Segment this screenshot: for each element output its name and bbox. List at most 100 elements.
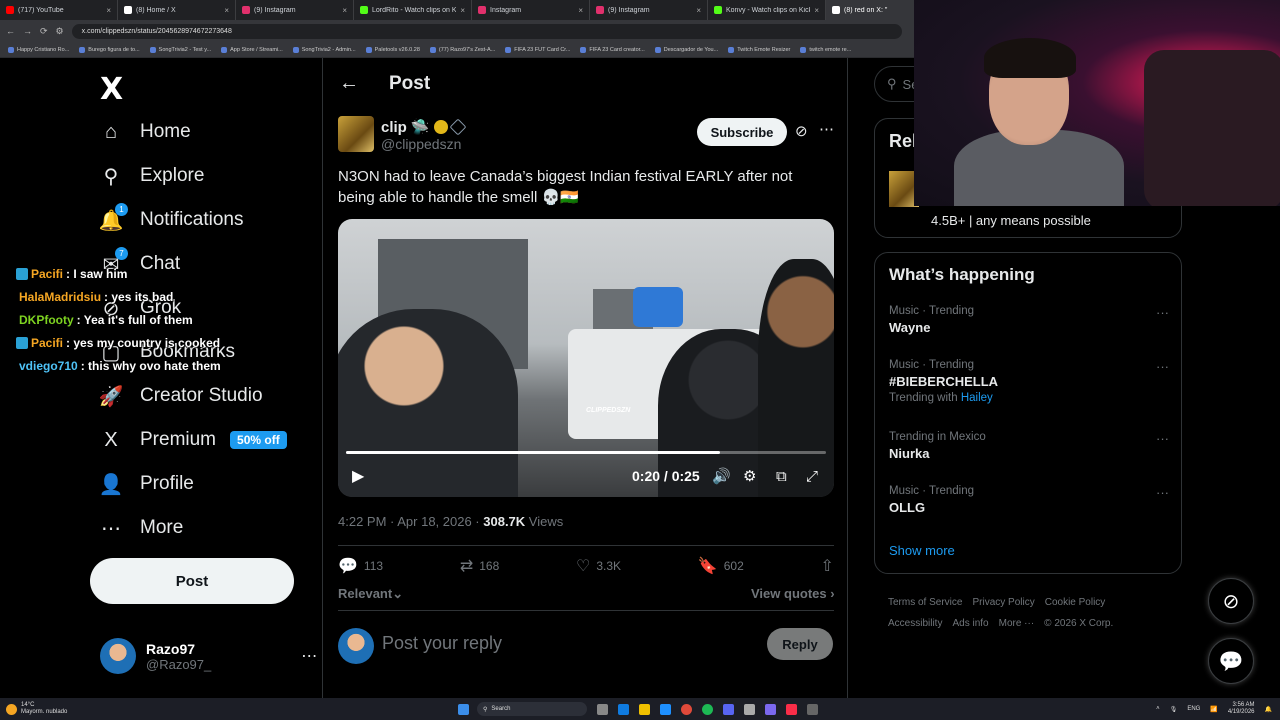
bookmark-item[interactable]: App Store / Streami... bbox=[221, 46, 283, 53]
grok-icon[interactable]: ⊘ bbox=[795, 122, 808, 140]
footer-link[interactable]: Terms of Service bbox=[888, 597, 962, 608]
show-more-link[interactable]: Show more bbox=[889, 543, 955, 558]
reply-input[interactable]: Post your reply bbox=[382, 633, 502, 654]
reply-sort-dropdown[interactable]: Relevant⌄ bbox=[338, 586, 403, 602]
footer-link[interactable]: Accessibility bbox=[888, 618, 942, 629]
back-nav-icon[interactable]: ← bbox=[6, 26, 15, 36]
tray-mic-icon[interactable]: 🎙 bbox=[1170, 706, 1178, 713]
repost-action[interactable]: ⇄ 168 bbox=[460, 556, 499, 576]
discord-icon[interactable] bbox=[723, 703, 734, 715]
volume-icon[interactable]: 🔊 bbox=[712, 467, 731, 485]
messages-fab-icon[interactable]: 💬 bbox=[1208, 638, 1254, 684]
footer-link[interactable]: Ads info bbox=[952, 618, 988, 629]
trend-more-icon[interactable]: ··· bbox=[1156, 485, 1169, 500]
close-icon[interactable]: × bbox=[814, 6, 819, 15]
trend-item[interactable]: Music · Trending #BIEBERCHELLA Trending wi… bbox=[889, 359, 1169, 404]
url-field[interactable]: x.com/clippedszn/status/2045628974672273… bbox=[71, 23, 902, 39]
close-icon[interactable]: × bbox=[578, 6, 583, 15]
browser-tab[interactable]: Instagram × bbox=[472, 0, 590, 20]
bookmark-action[interactable]: 🔖 602 bbox=[698, 556, 744, 576]
bookmark-item[interactable]: FIFA 23 FUT Card Cr... bbox=[505, 46, 570, 53]
tray-lang[interactable]: ENG bbox=[1187, 706, 1200, 712]
close-icon[interactable]: × bbox=[106, 6, 111, 15]
back-arrow-icon[interactable]: ← bbox=[339, 72, 359, 95]
footer-link[interactable]: Cookie Policy bbox=[1045, 597, 1106, 608]
spotify-icon[interactable] bbox=[702, 703, 713, 715]
site-info-icon[interactable]: ⚙ bbox=[56, 26, 64, 37]
close-icon[interactable]: × bbox=[696, 6, 701, 15]
browser-tab[interactable]: (8) Home / X × bbox=[118, 0, 236, 20]
post-timestamp[interactable]: 4:22 PM · Apr 18, 2026 · bbox=[338, 514, 483, 529]
footer-link[interactable]: More ··· bbox=[999, 618, 1035, 629]
bookmark-item[interactable]: Happy Cristiano Ro... bbox=[8, 46, 69, 53]
post-more-icon[interactable]: ⋯ bbox=[819, 120, 834, 138]
bookmark-item[interactable]: twitch emote re... bbox=[800, 46, 851, 53]
reply-button[interactable]: Reply bbox=[767, 628, 833, 660]
close-icon[interactable]: × bbox=[342, 6, 347, 15]
bookmark-item[interactable]: Paletools v26.0.28 bbox=[365, 46, 420, 53]
tray-wifi-icon[interactable]: 📶 bbox=[1210, 706, 1217, 713]
post-button[interactable]: Post bbox=[90, 558, 294, 604]
bookmark-item[interactable]: SongTrivia2 - Test y... bbox=[149, 46, 211, 53]
grok-fab-icon[interactable]: ⊘ bbox=[1208, 578, 1254, 624]
video-player[interactable]: CLIPPEDSZN ▶ 0:20 / 0:25 🔊 ⚙ ⧉ ⤢ bbox=[338, 219, 834, 497]
browser-tab[interactable]: Konvy - Watch clips on Kick × bbox=[708, 0, 826, 20]
browser-tab[interactable]: LordRito - Watch clips on Kick × bbox=[354, 0, 472, 20]
edge-icon[interactable] bbox=[618, 703, 629, 715]
nav-item-profile[interactable]: 👤 Profile bbox=[99, 464, 194, 504]
like-action[interactable]: ♡ 3.3K bbox=[576, 556, 621, 576]
account-more-icon[interactable]: ⋯ bbox=[301, 646, 317, 666]
fullscreen-icon[interactable]: ⤢ bbox=[806, 468, 818, 485]
share-action[interactable]: ⇧ bbox=[821, 556, 834, 576]
clock[interactable]: 3:56 AM 4/19/2026 bbox=[1228, 702, 1255, 716]
author-name[interactable]: clip bbox=[381, 119, 407, 136]
bookmark-item[interactable]: (77) Razo97's Zest-A... bbox=[429, 46, 495, 53]
explorer-icon[interactable] bbox=[639, 703, 650, 715]
task-view-icon[interactable] bbox=[597, 703, 608, 715]
browser-tab[interactable]: (9) Instagram × bbox=[236, 0, 354, 20]
taskbar-search[interactable]: ⚲ Search bbox=[477, 702, 587, 716]
reply-action[interactable]: 💬 113 bbox=[338, 556, 383, 576]
trend-more-icon[interactable]: ··· bbox=[1156, 305, 1169, 320]
trend-item[interactable]: Music · Trending Wayne ··· bbox=[889, 305, 1169, 335]
store-icon[interactable] bbox=[660, 703, 671, 715]
chrome-icon[interactable] bbox=[681, 703, 692, 715]
nav-item-home[interactable]: ⌂ Home bbox=[100, 112, 191, 152]
weather-widget[interactable]: 14°C Mayorm. nublado bbox=[0, 702, 420, 716]
author-handle[interactable]: @clippedszn bbox=[381, 136, 461, 152]
play-icon[interactable]: ▶ bbox=[352, 466, 364, 486]
close-icon[interactable]: × bbox=[224, 6, 229, 15]
nav-item-creator-studio[interactable]: 🚀 Creator Studio bbox=[99, 376, 263, 416]
pip-icon[interactable]: ⧉ bbox=[776, 468, 787, 485]
account-switcher[interactable]: Razo97 @Razo97_ ⋯ bbox=[100, 638, 317, 674]
view-quotes-link[interactable]: View quotes › bbox=[751, 586, 835, 601]
app-icon[interactable] bbox=[807, 703, 818, 715]
reload-icon[interactable]: ⟳ bbox=[40, 26, 48, 37]
settings-icon[interactable]: ⚙ bbox=[743, 467, 756, 485]
forward-nav-icon[interactable]: → bbox=[23, 26, 32, 36]
author-avatar[interactable] bbox=[338, 116, 374, 152]
video-progress-bar[interactable] bbox=[346, 451, 826, 454]
trend-item[interactable]: Trending in Mexico Niurka ··· bbox=[889, 431, 1169, 461]
nav-item-notifications[interactable]: 🔔 1 Notifications bbox=[99, 200, 244, 240]
trend-more-icon[interactable]: ··· bbox=[1156, 431, 1169, 446]
footer-link[interactable]: Privacy Policy bbox=[972, 597, 1034, 608]
close-icon[interactable]: × bbox=[460, 6, 465, 15]
trend-more-icon[interactable]: ··· bbox=[1156, 359, 1169, 374]
teams-icon[interactable] bbox=[765, 703, 776, 715]
tray-chevron-icon[interactable]: ˄ bbox=[1156, 706, 1160, 712]
bookmark-item[interactable]: FIFA 23 Card creator... bbox=[580, 46, 645, 53]
nav-item-premium[interactable]: X Premium 50% off bbox=[100, 420, 287, 460]
bookmark-item[interactable]: SongTrivia2 - Admin... bbox=[292, 46, 356, 53]
nav-item-explore[interactable]: ⚲ Explore bbox=[100, 156, 205, 196]
bookmark-item[interactable]: Burego figura de to... bbox=[79, 46, 140, 53]
browser-tab[interactable]: (9) Instagram × bbox=[590, 0, 708, 20]
obs-icon[interactable] bbox=[744, 703, 755, 715]
start-icon[interactable] bbox=[458, 703, 469, 715]
footer-link[interactable]: © 2026 X Corp. bbox=[1044, 618, 1113, 629]
x-logo[interactable]: X bbox=[100, 72, 123, 107]
trend-with-link[interactable]: Hailey bbox=[961, 392, 993, 404]
subscribe-button[interactable]: Subscribe bbox=[697, 118, 787, 146]
bookmark-item[interactable]: Descargador de You... bbox=[654, 46, 718, 53]
nav-item-more[interactable]: ⋯ More bbox=[100, 508, 183, 548]
